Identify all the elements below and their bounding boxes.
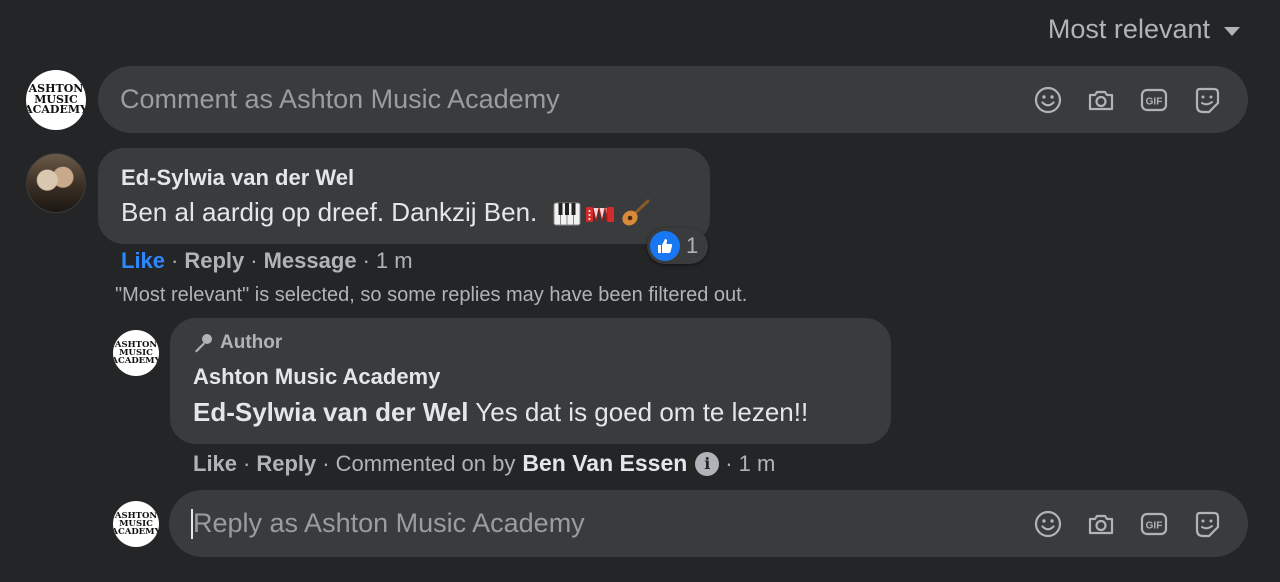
- comment-input-icons: GIF: [1033, 85, 1248, 115]
- avatar-text-line: ACADEMY: [113, 527, 159, 538]
- separator: ·: [322, 450, 330, 476]
- comment-input-placeholder: Comment as Ashton Music Academy: [120, 84, 560, 114]
- separator: ·: [243, 450, 251, 476]
- comment-text-content: Ben al aardig op dreef. Dankzij Ben.: [121, 197, 538, 227]
- gif-icon[interactable]: GIF: [1139, 85, 1169, 115]
- avatar-text-line: ACADEMY: [113, 356, 159, 367]
- reply-button[interactable]: Reply: [256, 451, 316, 477]
- camera-icon[interactable]: [1086, 509, 1116, 539]
- author-badge-label: Author: [220, 332, 283, 353]
- reply-input-icons: GIF: [1033, 509, 1248, 539]
- reply-actions: Like · Reply · Commented on by Ben Van E…: [193, 450, 775, 477]
- comment-emojis: [553, 199, 651, 229]
- comment-actions: Like · Reply · Message · 1 m: [121, 248, 413, 274]
- sticker-icon[interactable]: [1192, 509, 1222, 539]
- comment-timestamp[interactable]: 1 m: [376, 248, 413, 274]
- reply-timestamp[interactable]: 1 m: [739, 451, 776, 477]
- like-button[interactable]: Like: [193, 451, 237, 477]
- sticker-icon[interactable]: [1192, 85, 1222, 115]
- emoji-icon[interactable]: [1033, 85, 1063, 115]
- author-badge: Author: [192, 332, 282, 354]
- reply-input-avatar: ASHTON MUSIC ACADEMY: [113, 501, 159, 547]
- separator: ·: [362, 248, 370, 273]
- comment-bubble: Ed-Sylwia van der Wel Ben al aardig op d…: [98, 148, 710, 244]
- comment-text: Ben al aardig op dreef. Dankzij Ben.: [121, 197, 651, 229]
- piano-emoji: [553, 202, 580, 226]
- reply-author-avatar[interactable]: ASHTON MUSIC ACADEMY: [113, 330, 159, 376]
- reply-author[interactable]: Ashton Music Academy: [193, 364, 440, 390]
- like-reaction-icon: [650, 231, 680, 261]
- mention-link[interactable]: Ed-Sylwia van der Wel: [193, 397, 469, 427]
- commenter-avatar[interactable]: [26, 153, 86, 213]
- page-avatar[interactable]: ASHTON MUSIC ACADEMY: [26, 70, 86, 130]
- separator: ·: [171, 248, 179, 273]
- guitar-emoji: [621, 199, 649, 226]
- commented-on-by-label: Commented on by: [335, 450, 516, 476]
- commented-by-name[interactable]: Ben Van Essen: [522, 450, 687, 477]
- reply-input-placeholder: Reply as Ashton Music Academy: [193, 508, 585, 538]
- microphone-icon: [195, 334, 212, 353]
- reaction-summary[interactable]: 1: [647, 228, 709, 264]
- filter-note: "Most relevant" is selected, so some rep…: [115, 284, 748, 306]
- reply-text: Ed-Sylwia van der Wel Yes dat is goed om…: [193, 397, 808, 428]
- reaction-count: 1: [686, 233, 699, 258]
- reply-button[interactable]: Reply: [184, 248, 244, 274]
- camera-icon[interactable]: [1086, 85, 1116, 115]
- gif-icon[interactable]: GIF: [1139, 509, 1169, 539]
- comment-input[interactable]: Comment as Ashton Music Academy GIF: [98, 66, 1248, 133]
- info-icon[interactable]: i: [695, 451, 720, 476]
- emoji-icon[interactable]: [1033, 509, 1063, 539]
- comment-author[interactable]: Ed-Sylwia van der Wel: [121, 165, 354, 191]
- avatar-text-line: ACADEMY: [26, 103, 86, 117]
- reply-bubble: Author Ashton Music Academy Ed-Sylwia va…: [170, 318, 891, 444]
- svg-text:GIF: GIF: [1146, 96, 1163, 107]
- accordion-emoji: [585, 207, 614, 223]
- sort-dropdown[interactable]: Most relevant: [1048, 14, 1240, 45]
- reply-input[interactable]: Reply as Ashton Music Academy GIF: [169, 490, 1248, 557]
- sort-label: Most relevant: [1047, 14, 1210, 44]
- chevron-down-icon: [1224, 27, 1240, 36]
- message-button[interactable]: Message: [264, 248, 357, 274]
- svg-text:GIF: GIF: [1146, 520, 1163, 531]
- reply-text-content: Yes dat is goed om te lezen!!: [475, 397, 809, 427]
- like-button[interactable]: Like: [121, 248, 165, 274]
- separator: ·: [250, 248, 258, 273]
- separator: ·: [725, 450, 733, 476]
